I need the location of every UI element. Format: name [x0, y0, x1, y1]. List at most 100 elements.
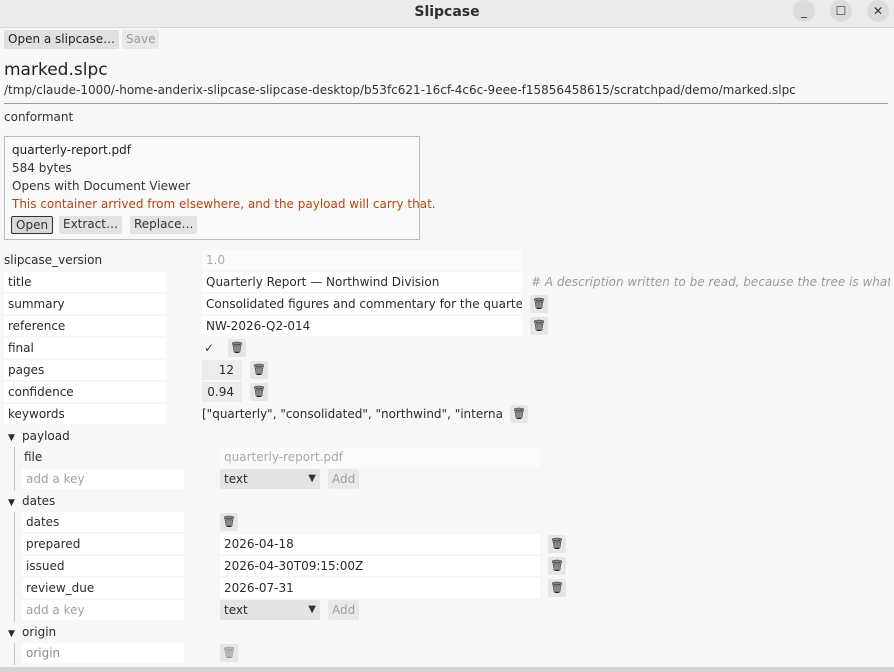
delete-button[interactable]: 🗑 [220, 644, 238, 662]
minimize-icon: _ [801, 4, 807, 18]
delete-button[interactable]: 🗑 [228, 339, 246, 357]
field-key[interactable]: confidence [4, 382, 166, 402]
delete-button[interactable]: 🗑 [530, 317, 548, 335]
group-label: origin [22, 625, 57, 639]
delete-button[interactable]: 🗑 [530, 295, 548, 313]
group-label: payload [22, 429, 70, 443]
type-select[interactable]: text ▼ [220, 469, 320, 489]
add-key-input[interactable]: add a key [22, 469, 184, 489]
delete-button[interactable]: 🗑 [250, 361, 268, 379]
field-key[interactable]: pages [4, 360, 166, 380]
divider [4, 103, 888, 104]
prepared-value-input[interactable]: 2026-04-18 [220, 534, 540, 554]
title-value-input[interactable]: Quarterly Report — Northwind Division [202, 272, 522, 292]
confidence-number-input[interactable]: 0.94 [202, 382, 242, 402]
reference-value-input[interactable]: NW-2026-Q2-014 [202, 316, 522, 336]
trash-icon: 🗑 [230, 341, 244, 354]
field-row-dates-prepared: prepared 2026-04-18 🗑 [0, 533, 894, 555]
caret-down-icon: ▼ [308, 604, 316, 615]
triangle-down-icon: ▼ [8, 629, 15, 639]
field-row-pages: pages 12 🗑 [0, 359, 894, 381]
trash-icon: 🗑 [532, 319, 546, 332]
title-bar: Slipcase _ ☐ ✕ [0, 0, 894, 28]
summary-value-input[interactable]: Consolidated figures and commentary for … [202, 294, 522, 314]
keywords-value[interactable]: ["quarterly", "consolidated", "northwind… [202, 404, 504, 424]
group-label: dates [22, 494, 56, 508]
trash-icon: 🗑 [222, 515, 236, 528]
group-payload-header[interactable]: ▼ payload [0, 425, 894, 447]
triangle-down-icon: ▼ [8, 498, 15, 508]
field-key[interactable]: title [4, 272, 166, 292]
review-due-value-input[interactable]: 2026-07-31 [220, 578, 540, 598]
group-toggle[interactable]: ▼ payload [8, 426, 70, 446]
field-row-slipcase-version: slipcase_version 1.0 [0, 249, 894, 271]
type-select[interactable]: text ▼ [220, 600, 320, 620]
final-checkbox[interactable]: ✓ [201, 338, 217, 358]
field-key[interactable]: prepared [22, 534, 184, 554]
open-payload-button[interactable]: Open [11, 216, 54, 234]
payload-card: quarterly-report.pdf 584 bytes Opens wit… [4, 136, 436, 240]
delete-button[interactable]: 🗑 [250, 383, 268, 401]
delete-button[interactable]: 🗑 [510, 405, 528, 423]
delete-button[interactable]: 🗑 [548, 579, 566, 597]
window-title: Slipcase [414, 4, 480, 20]
group-dates-header[interactable]: ▼ dates [0, 490, 894, 512]
trash-icon: 🗑 [252, 363, 266, 376]
save-button[interactable]: Save [122, 30, 160, 49]
field-key[interactable]: reference [4, 316, 166, 336]
document-filename: marked.slpc [4, 60, 108, 80]
delete-button[interactable]: 🗑 [220, 513, 238, 531]
replace-payload-button[interactable]: Replace… [130, 216, 198, 234]
trash-icon: 🗑 [550, 581, 564, 594]
field-key[interactable]: dates [22, 512, 184, 532]
delete-button[interactable]: 🗑 [548, 557, 566, 575]
field-row-dates-dates: dates 🗑 [0, 511, 894, 533]
field-key[interactable]: keywords [4, 404, 166, 424]
trash-icon: 🗑 [512, 407, 526, 420]
add-key-input[interactable]: add a key [22, 600, 184, 620]
field-row-keywords: keywords ["quarterly", "consolidated", "… [0, 403, 894, 425]
add-key-row-dates: add a key text ▼ Add [0, 599, 894, 621]
group-toggle[interactable]: ▼ dates [8, 491, 55, 511]
field-key[interactable]: review_due [22, 578, 184, 598]
field-key[interactable]: origin [22, 643, 184, 663]
field-row-title: title Quarterly Report — Northwind Divis… [0, 271, 894, 293]
open-slipcase-button[interactable]: Open a slipcase… [4, 30, 120, 49]
delete-button[interactable]: 🗑 [548, 535, 566, 553]
field-row-confidence: confidence 0.94 🗑 [0, 381, 894, 403]
maximize-icon: ☐ [835, 4, 847, 18]
maximize-button[interactable]: ☐ [830, 0, 852, 22]
payload-size: 584 bytes [12, 161, 72, 175]
field-key[interactable]: issued [22, 556, 184, 576]
payload-name: quarterly-report.pdf [12, 143, 132, 157]
group-origin-header[interactable]: ▼ origin [0, 621, 894, 643]
field-row-reference: reference NW-2026-Q2-014 🗑 [0, 315, 894, 337]
issued-value-input[interactable]: 2026-04-30T09:15:00Z [220, 556, 540, 576]
type-select-value: text [224, 472, 248, 486]
conformance-status: conformant [4, 110, 74, 124]
field-row-payload-file: file quarterly-report.pdf [0, 446, 894, 468]
field-row-dates-review-due: review_due 2026-07-31 🗑 [0, 577, 894, 599]
field-key[interactable]: final [4, 338, 166, 358]
field-comment-hint: # A description written to be read, beca… [531, 275, 890, 289]
field-value-readonly: 1.0 [202, 250, 522, 270]
field-row-summary: summary Consolidated figures and comment… [0, 293, 894, 315]
toolbar: Open a slipcase… Save [0, 28, 894, 52]
caret-down-icon: ▼ [308, 473, 316, 484]
field-row-origin-origin: origin 🗑 [0, 642, 894, 664]
pages-number-input[interactable]: 12 [202, 360, 242, 380]
add-key-button[interactable]: Add [328, 600, 360, 620]
add-key-row-payload: add a key text ▼ Add [0, 468, 894, 490]
trash-icon: 🗑 [222, 646, 236, 659]
close-button[interactable]: ✕ [867, 0, 889, 22]
field-key: file [24, 450, 43, 464]
horizontal-scrollbar[interactable] [0, 667, 894, 672]
field-row-dates-issued: issued 2026-04-30T09:15:00Z 🗑 [0, 555, 894, 577]
add-key-button[interactable]: Add [328, 469, 360, 489]
provenance-warning: This container arrived from elsewhere, a… [12, 197, 436, 211]
extract-payload-button[interactable]: Extract… [59, 216, 122, 234]
trash-icon: 🗑 [550, 537, 564, 550]
group-toggle[interactable]: ▼ origin [8, 622, 56, 642]
minimize-button[interactable]: _ [793, 0, 815, 22]
field-key[interactable]: summary [4, 294, 166, 314]
